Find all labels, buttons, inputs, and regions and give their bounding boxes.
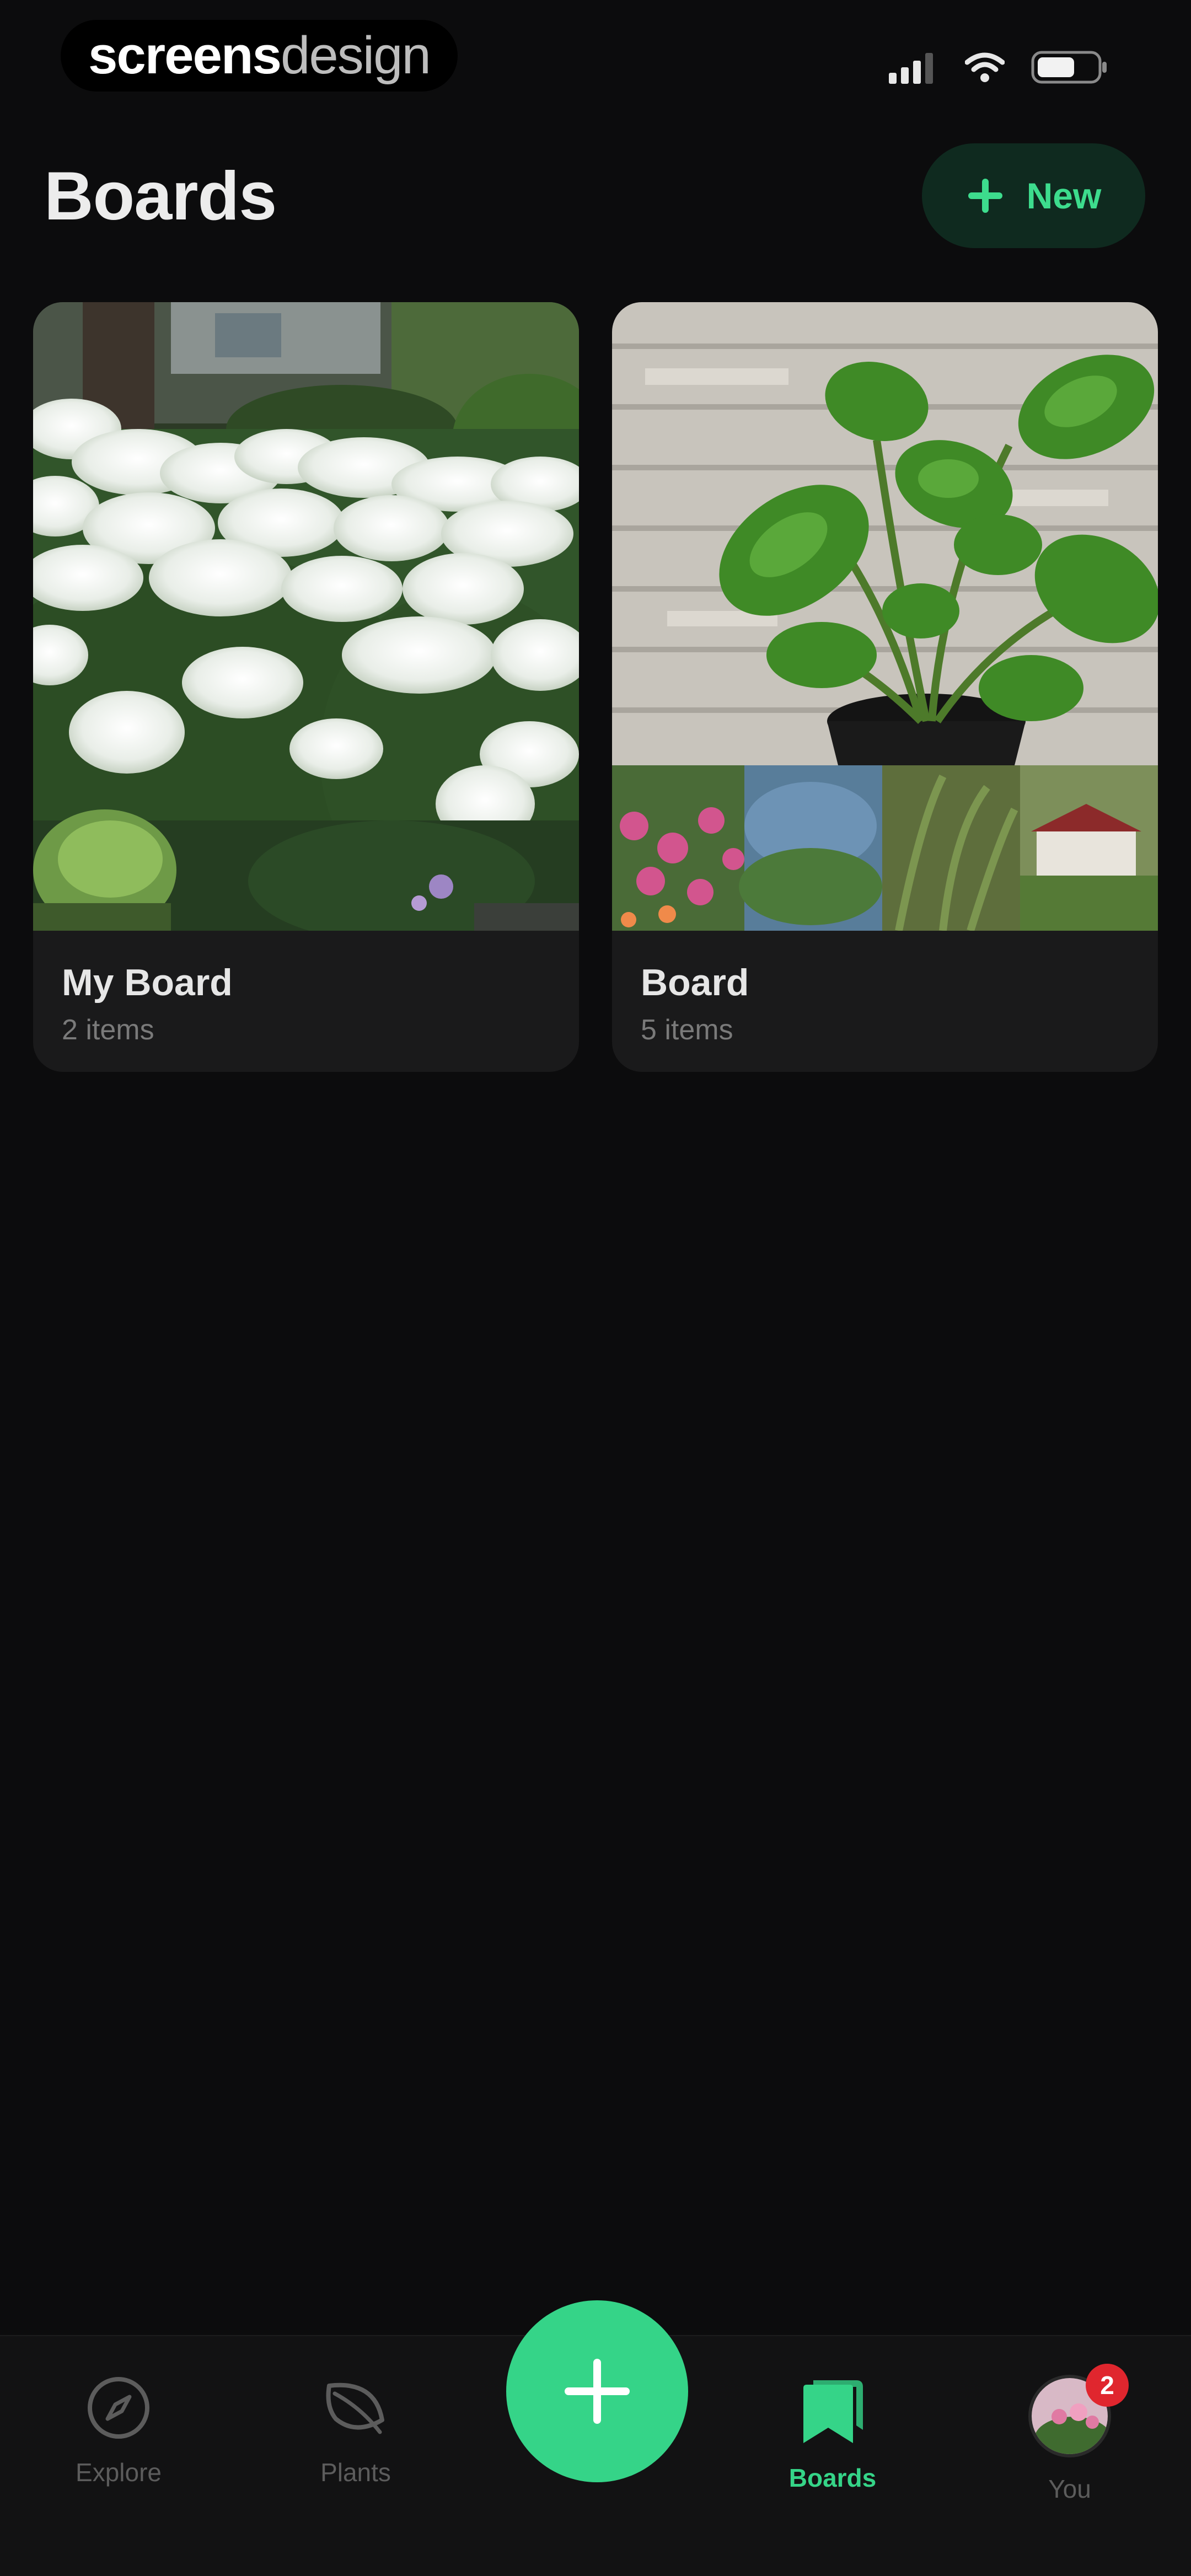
- leaf-icon: [326, 2382, 384, 2434]
- tab-explore[interactable]: Explore: [36, 2375, 201, 2487]
- new-board-label: New: [1026, 175, 1102, 216]
- page-title: Boards: [44, 158, 277, 234]
- tab-label: You: [1048, 2475, 1091, 2503]
- tab-label: Boards: [788, 2464, 877, 2492]
- status-icons: [889, 50, 1108, 85]
- tab-label: Plants: [320, 2458, 391, 2487]
- bookmark-icon: [803, 2380, 863, 2443]
- new-board-button[interactable]: New: [922, 143, 1145, 248]
- profile-avatar-wrap: 2: [1028, 2364, 1129, 2457]
- plus-icon: [565, 2359, 630, 2424]
- screensdesign-watermark: screens design: [61, 20, 458, 92]
- board-card-my-board[interactable]: My Board 2 items: [33, 302, 579, 1072]
- status-bar: screens design: [0, 0, 1191, 121]
- tab-plants[interactable]: Plants: [273, 2375, 438, 2487]
- board-name: My Board: [62, 962, 233, 1003]
- board-cover-image-hydrangeas: [33, 302, 579, 931]
- tab-you[interactable]: 2 You: [987, 2364, 1152, 2504]
- watermark-part-2: design: [280, 26, 431, 85]
- cellular-signal-icon: [889, 53, 933, 84]
- board-item-count: 5 items: [641, 1014, 733, 1046]
- board-item-count: 2 items: [62, 1014, 154, 1046]
- battery-icon: [1031, 51, 1107, 84]
- board-name: Board: [641, 962, 749, 1003]
- notification-badge: 2: [1086, 2364, 1129, 2407]
- add-button[interactable]: [506, 2300, 688, 2482]
- compass-icon: [88, 2377, 149, 2439]
- board-card-board[interactable]: Board 5 items: [612, 302, 1158, 1072]
- tab-boards[interactable]: Boards: [750, 2375, 915, 2493]
- board-cover-image-monstera: [612, 302, 1158, 931]
- watermark-part-1: screens: [88, 26, 282, 85]
- plus-icon: [968, 179, 1002, 213]
- tab-label: Explore: [76, 2458, 162, 2487]
- wifi-icon: [965, 52, 1005, 82]
